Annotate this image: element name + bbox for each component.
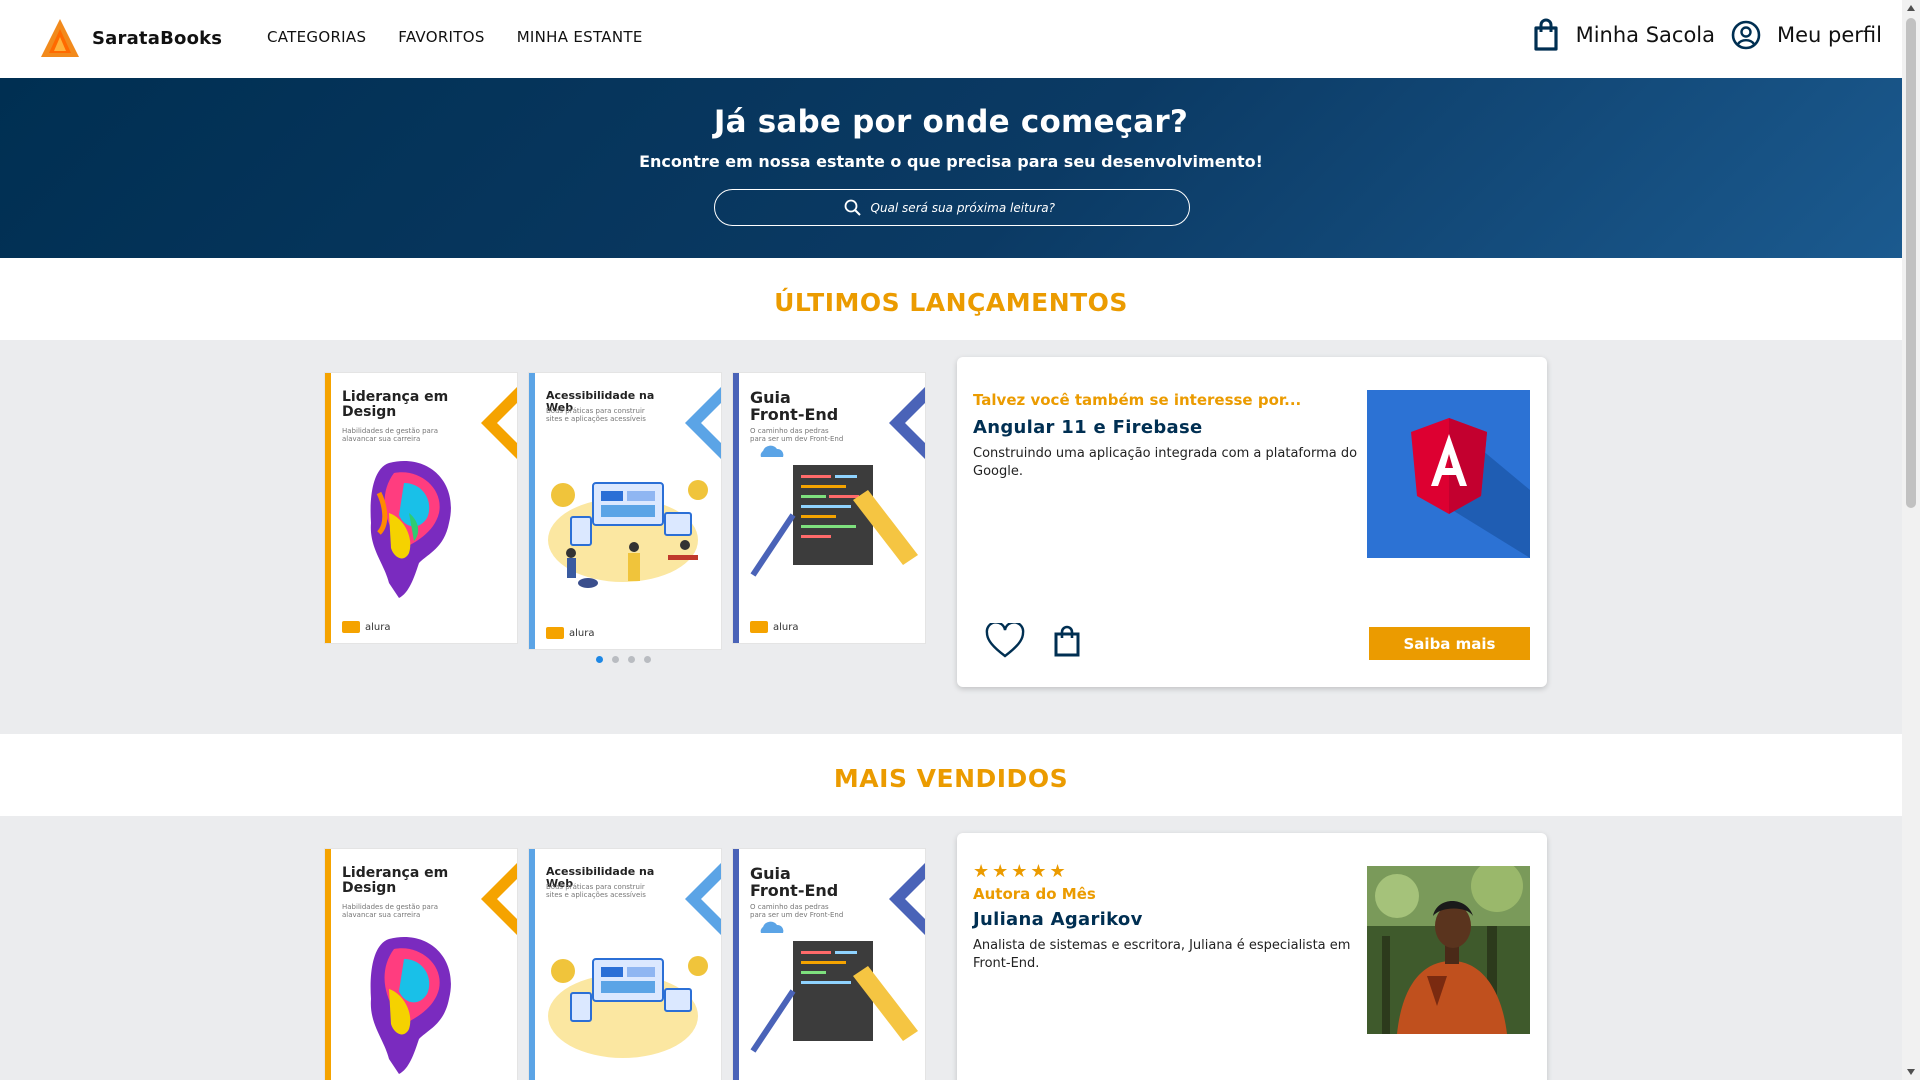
book-spine xyxy=(325,373,331,643)
author-name: Juliana Agarikov xyxy=(973,909,1143,930)
scroll-thumb[interactable] xyxy=(1906,18,1916,508)
carousel-dot[interactable] xyxy=(612,656,619,663)
book-spine xyxy=(325,849,331,1080)
nav-item-categorias[interactable]: CATEGORIAS xyxy=(267,28,366,46)
author-portrait xyxy=(1367,866,1530,1034)
mais-vendidos-band: Liderança em Design Habilidades de gestã… xyxy=(0,816,1902,1080)
card-actions xyxy=(985,623,1081,659)
carousel-dot[interactable] xyxy=(596,656,603,663)
head-illustration xyxy=(370,461,451,598)
book-cover[interactable]: Liderança em Design Habilidades de gestã… xyxy=(325,849,517,1080)
code-editor-illustration xyxy=(750,445,918,577)
header-actions: Minha Sacola Meu perfil xyxy=(1516,18,1882,52)
books-carousel: Liderança em Design Habilidades de gestã… xyxy=(325,849,925,1080)
book-subtitle: O caminho das pedras para ser um dev Fro… xyxy=(750,903,844,920)
book-title: Liderança em Design xyxy=(342,389,449,420)
heart-icon[interactable] xyxy=(985,623,1025,659)
page-scrollbar[interactable] xyxy=(1902,0,1920,1080)
book-cover[interactable]: Guia Front-End O caminho das pedras para… xyxy=(733,373,925,643)
nav-item-favoritos[interactable]: FAVORITOS xyxy=(398,28,484,46)
carousel-dot[interactable] xyxy=(628,656,635,663)
book-spine xyxy=(733,849,739,1080)
logo[interactable]: SarataBooks xyxy=(40,17,222,59)
triangle-logo-icon xyxy=(41,19,79,57)
book-cover[interactable]: Acessibilidade na Web Boas práticas para… xyxy=(529,849,721,1080)
recommendation-card: Talvez você também se interesse por... A… xyxy=(957,357,1547,687)
card-description: Construindo uma aplicação integrada com … xyxy=(973,446,1358,480)
logo-text: SarataBooks xyxy=(92,27,223,49)
card-title: Angular 11 e Firebase xyxy=(973,417,1203,438)
publisher-mark: alura xyxy=(342,621,390,633)
book-cover[interactable]: Guia Front-End O caminho das pedras para… xyxy=(733,849,925,1080)
search-icon xyxy=(844,199,861,216)
publisher-mark: alura xyxy=(750,621,798,633)
book-subtitle: Boas práticas para construir sites e apl… xyxy=(546,407,646,424)
book-spine xyxy=(529,849,535,1080)
author-photo xyxy=(1367,866,1530,1034)
scroll-up-arrow-icon[interactable] xyxy=(1907,5,1915,11)
book-subtitle: Habilidades de gestão para alavancar sua… xyxy=(342,427,439,444)
rating-stars: ★★★★★ xyxy=(973,861,1069,882)
card-kicker: Talvez você também se interesse por... xyxy=(973,391,1302,409)
books-carousel: Liderança em Design Habilidades de gestã… xyxy=(325,373,925,673)
book-subtitle: O caminho das pedras para ser um dev Fro… xyxy=(750,427,844,444)
web-accessibility-illustration xyxy=(548,956,708,1058)
book-spine xyxy=(529,373,535,649)
book-subtitle: Boas práticas para construir sites e apl… xyxy=(546,883,646,900)
chevron-decoration-icon xyxy=(481,863,517,935)
site-header: SarataBooks CATEGORIAS FAVORITOS MINHA E… xyxy=(0,0,1902,78)
search-input[interactable] xyxy=(870,200,1061,215)
user-circle-icon xyxy=(1731,20,1761,50)
section-title-mais-vendidos: MAIS VENDIDOS xyxy=(0,734,1902,816)
saiba-mais-button[interactable]: Saiba mais xyxy=(1369,627,1530,660)
angular-cover xyxy=(1367,390,1530,558)
chevron-decoration-icon xyxy=(481,387,517,459)
card-kicker: Autora do Mês xyxy=(973,885,1096,903)
carousel-dot[interactable] xyxy=(644,656,651,663)
book-title: Guia Front-End xyxy=(750,864,839,900)
shopping-bag-icon xyxy=(1533,18,1558,51)
bag-label: Minha Sacola xyxy=(1575,23,1716,47)
main-nav: CATEGORIAS FAVORITOS MINHA ESTANTE xyxy=(267,28,643,46)
book-cover[interactable]: Acessibilidade na Web Boas práticas para… xyxy=(529,373,721,649)
web-accessibility-illustration xyxy=(548,480,708,588)
carousel-dots xyxy=(596,656,651,663)
profile-link[interactable]: Meu perfil xyxy=(1731,20,1882,50)
shopping-bag-icon[interactable] xyxy=(1053,625,1081,657)
nav-item-minha-estante[interactable]: MINHA ESTANTE xyxy=(517,28,643,46)
code-editor-illustration xyxy=(750,921,918,1053)
hero-subtitle: Encontre em nossa estante o que precisa … xyxy=(639,152,1263,171)
publisher-mark: alura xyxy=(546,627,594,639)
profile-label: Meu perfil xyxy=(1777,23,1882,47)
scroll-down-arrow-icon[interactable] xyxy=(1907,1069,1915,1075)
section-title-lancamentos: ÚLTIMOS LANÇAMENTOS xyxy=(0,258,1902,340)
book-cover[interactable]: Liderança em Design Habilidades de gestã… xyxy=(325,373,517,643)
lancamentos-band: Liderança em Design Habilidades de gestã… xyxy=(0,340,1902,734)
book-title: Liderança em Design xyxy=(342,865,449,896)
hero-title: Já sabe por onde começar? xyxy=(713,104,1189,140)
head-illustration xyxy=(370,937,451,1074)
angular-logo-icon xyxy=(1367,390,1530,558)
search-box[interactable] xyxy=(714,189,1190,226)
book-spine xyxy=(733,373,739,643)
book-subtitle: Habilidades de gestão para alavancar sua… xyxy=(342,903,439,920)
author-description: Analista de sistemas e escritora, Julian… xyxy=(973,938,1351,972)
bag-link[interactable]: Minha Sacola xyxy=(1532,18,1715,52)
book-title: Guia Front-End xyxy=(750,388,839,424)
author-card: ★★★★★ Autora do Mês Juliana Agarikov Ana… xyxy=(957,833,1547,1080)
hero-banner: Já sabe por onde começar? Encontre em no… xyxy=(0,78,1902,258)
